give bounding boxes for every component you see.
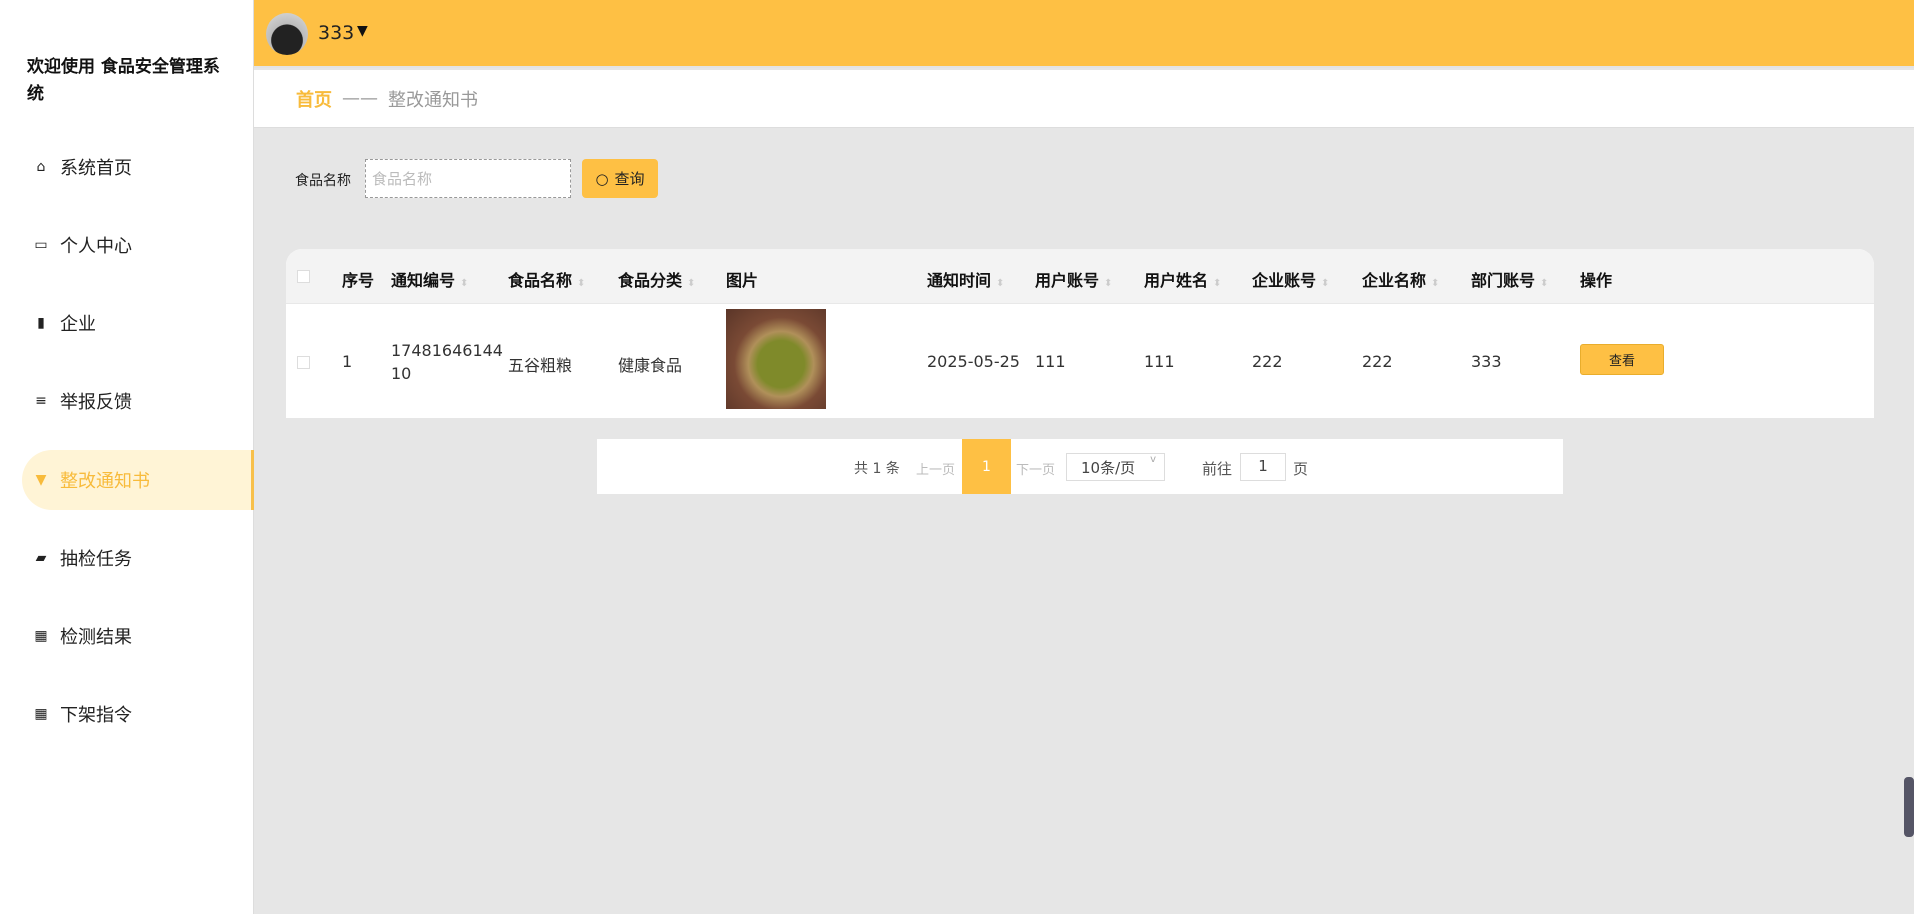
cell-index: 1 bbox=[342, 352, 353, 371]
col-ent-account[interactable]: 企业账号 ⬍ bbox=[1252, 267, 1329, 291]
grid-icon: ▦ bbox=[34, 706, 48, 722]
sidebar: 欢迎使用 食品安全管理系统 ⌂ 系统首页 ▭ 个人中心 ▮ 企业 ≡ 举报反馈 ▼ 整改通… bbox=[0, 0, 254, 914]
breadcrumb: 首页 —— 整改通知书 bbox=[254, 70, 1914, 128]
search-label: 食品名称 bbox=[295, 173, 351, 189]
row-checkbox[interactable] bbox=[297, 356, 310, 369]
data-table: 序号 通知编号 ⬍ 食品名称 ⬍ 食品分类 ⬍ 图片 通知时间 ⬍ 用户账号 ⬍ 用户姓名… bbox=[286, 249, 1874, 418]
col-dept-account[interactable]: 部门账号 ⬍ bbox=[1471, 267, 1548, 291]
search-button[interactable]: ○ 查询 bbox=[582, 159, 658, 198]
bar-chart-icon: ▮ bbox=[37, 315, 45, 331]
page-1-button[interactable]: 1 bbox=[962, 439, 1011, 494]
caret-down-icon[interactable]: ▼ bbox=[357, 23, 368, 39]
sidebar-item-label: 整改通知书 bbox=[60, 471, 150, 492]
col-category[interactable]: 食品分类 ⬍ bbox=[618, 267, 695, 291]
sidebar-item-enterprise[interactable]: ▮ 企业 bbox=[22, 293, 254, 353]
sort-icon[interactable]: ⬍ bbox=[1431, 278, 1439, 289]
col-label: 食品名称 bbox=[508, 271, 573, 290]
breadcrumb-current: 整改通知书 bbox=[388, 89, 478, 111]
sidebar-item-profile[interactable]: ▭ 个人中心 bbox=[22, 215, 254, 275]
sidebar-item-label: 系统首页 bbox=[60, 158, 132, 179]
pagination: 共 1 条 上一页 1 下一页 10条/页 v 前往 1 页 bbox=[597, 439, 1563, 494]
sidebar-item-removal-order[interactable]: ▦ 下架指令 bbox=[22, 684, 254, 744]
total-count: 共 1 条 bbox=[854, 461, 900, 477]
col-actions: 操作 bbox=[1580, 271, 1613, 290]
breadcrumb-home[interactable]: 首页 bbox=[296, 86, 332, 112]
table-header: 序号 通知编号 ⬍ 食品名称 ⬍ 食品分类 ⬍ 图片 通知时间 ⬍ 用户账号 ⬍ 用户姓名… bbox=[286, 249, 1874, 304]
cell-code-line2: 10 bbox=[391, 364, 412, 383]
page-unit-label: 页 bbox=[1293, 460, 1309, 478]
col-label: 部门账号 bbox=[1471, 271, 1536, 290]
chevron-down-icon: v bbox=[1150, 454, 1156, 465]
next-page-button[interactable]: 下一页 bbox=[1016, 459, 1055, 478]
col-label: 通知时间 bbox=[927, 271, 992, 290]
cell-ent-account: 222 bbox=[1252, 352, 1283, 371]
sidebar-item-label: 下架指令 bbox=[60, 705, 132, 726]
col-index: 序号 bbox=[342, 271, 375, 290]
col-ent-name[interactable]: 企业名称 ⬍ bbox=[1362, 267, 1439, 291]
avatar[interactable] bbox=[266, 13, 308, 55]
col-image: 图片 bbox=[726, 271, 759, 290]
grid-icon: ▦ bbox=[34, 628, 48, 644]
cell-user-account: 111 bbox=[1035, 352, 1066, 371]
sort-icon[interactable]: ⬍ bbox=[1213, 278, 1221, 289]
col-label: 企业账号 bbox=[1252, 271, 1317, 290]
cell-user-name: 111 bbox=[1144, 352, 1175, 371]
col-food[interactable]: 食品名称 ⬍ bbox=[508, 267, 585, 291]
page-size-value: 10条/页 bbox=[1081, 459, 1136, 477]
sidebar-item-label: 举报反馈 bbox=[60, 392, 132, 413]
sort-icon[interactable]: ⬍ bbox=[460, 278, 468, 289]
page-size-select[interactable]: 10条/页 v bbox=[1066, 453, 1165, 481]
top-header: 333 ▼ bbox=[254, 0, 1914, 68]
sort-icon[interactable]: ⬍ bbox=[1321, 278, 1329, 289]
card-icon: ▭ bbox=[34, 237, 48, 253]
sidebar-item-label: 企业 bbox=[60, 314, 96, 335]
cell-time: 2025-05-25 bbox=[927, 352, 1020, 371]
sidebar-item-inspection-task[interactable]: ▰ 抽检任务 bbox=[22, 528, 254, 588]
sidebar-item-rectification[interactable]: ▼ 整改通知书 bbox=[22, 450, 254, 510]
food-name-input[interactable] bbox=[365, 159, 571, 198]
prev-page-button[interactable]: 上一页 bbox=[916, 459, 955, 478]
sort-icon[interactable]: ⬍ bbox=[687, 278, 695, 289]
view-button[interactable]: 查看 bbox=[1580, 344, 1664, 375]
username[interactable]: 333 bbox=[318, 22, 354, 44]
breadcrumb-separator: —— bbox=[342, 88, 378, 109]
sidebar-item-label: 个人中心 bbox=[60, 236, 132, 257]
cell-ent-name: 222 bbox=[1362, 352, 1393, 371]
food-image[interactable] bbox=[726, 309, 826, 409]
select-all-checkbox[interactable] bbox=[297, 270, 310, 283]
col-user-name[interactable]: 用户姓名 ⬍ bbox=[1144, 267, 1221, 291]
search-button-label: 查询 bbox=[614, 170, 645, 188]
col-label: 用户姓名 bbox=[1144, 271, 1209, 290]
goto-page-input[interactable]: 1 bbox=[1240, 453, 1286, 481]
sort-icon[interactable]: ⬍ bbox=[996, 278, 1004, 289]
sidebar-item-home[interactable]: ⌂ 系统首页 bbox=[22, 137, 254, 197]
cell-code-line1: 17481646144 bbox=[391, 341, 503, 360]
col-code[interactable]: 通知编号 ⬍ bbox=[391, 267, 468, 291]
wallet-icon: ▰ bbox=[35, 550, 47, 566]
sort-icon[interactable]: ⬍ bbox=[577, 278, 585, 289]
sidebar-item-report[interactable]: ≡ 举报反馈 bbox=[22, 371, 254, 431]
sidebar-item-test-result[interactable]: ▦ 检测结果 bbox=[22, 606, 254, 666]
col-label: 食品分类 bbox=[618, 271, 683, 290]
list-icon: ≡ bbox=[35, 393, 47, 409]
goto-label: 前往 bbox=[1202, 460, 1233, 478]
app-title: 欢迎使用 食品安全管理系统 bbox=[27, 57, 220, 104]
cell-food: 五谷粗粮 bbox=[508, 356, 573, 375]
col-label: 通知编号 bbox=[391, 271, 456, 290]
cell-dept-account: 333 bbox=[1471, 352, 1502, 371]
side-widget[interactable] bbox=[1904, 777, 1914, 837]
sidebar-item-label: 检测结果 bbox=[60, 627, 132, 648]
cell-category: 健康食品 bbox=[618, 356, 683, 375]
col-label: 用户账号 bbox=[1035, 271, 1100, 290]
notice-icon: ▼ bbox=[35, 472, 47, 488]
sort-icon[interactable]: ⬍ bbox=[1540, 278, 1548, 289]
home-icon: ⌂ bbox=[36, 159, 46, 175]
col-label: 企业名称 bbox=[1362, 271, 1427, 290]
sidebar-item-label: 抽检任务 bbox=[60, 549, 132, 570]
col-user-account[interactable]: 用户账号 ⬍ bbox=[1035, 267, 1112, 291]
sort-icon[interactable]: ⬍ bbox=[1104, 278, 1112, 289]
search-icon: ○ bbox=[595, 169, 609, 188]
col-time[interactable]: 通知时间 ⬍ bbox=[927, 267, 1004, 291]
